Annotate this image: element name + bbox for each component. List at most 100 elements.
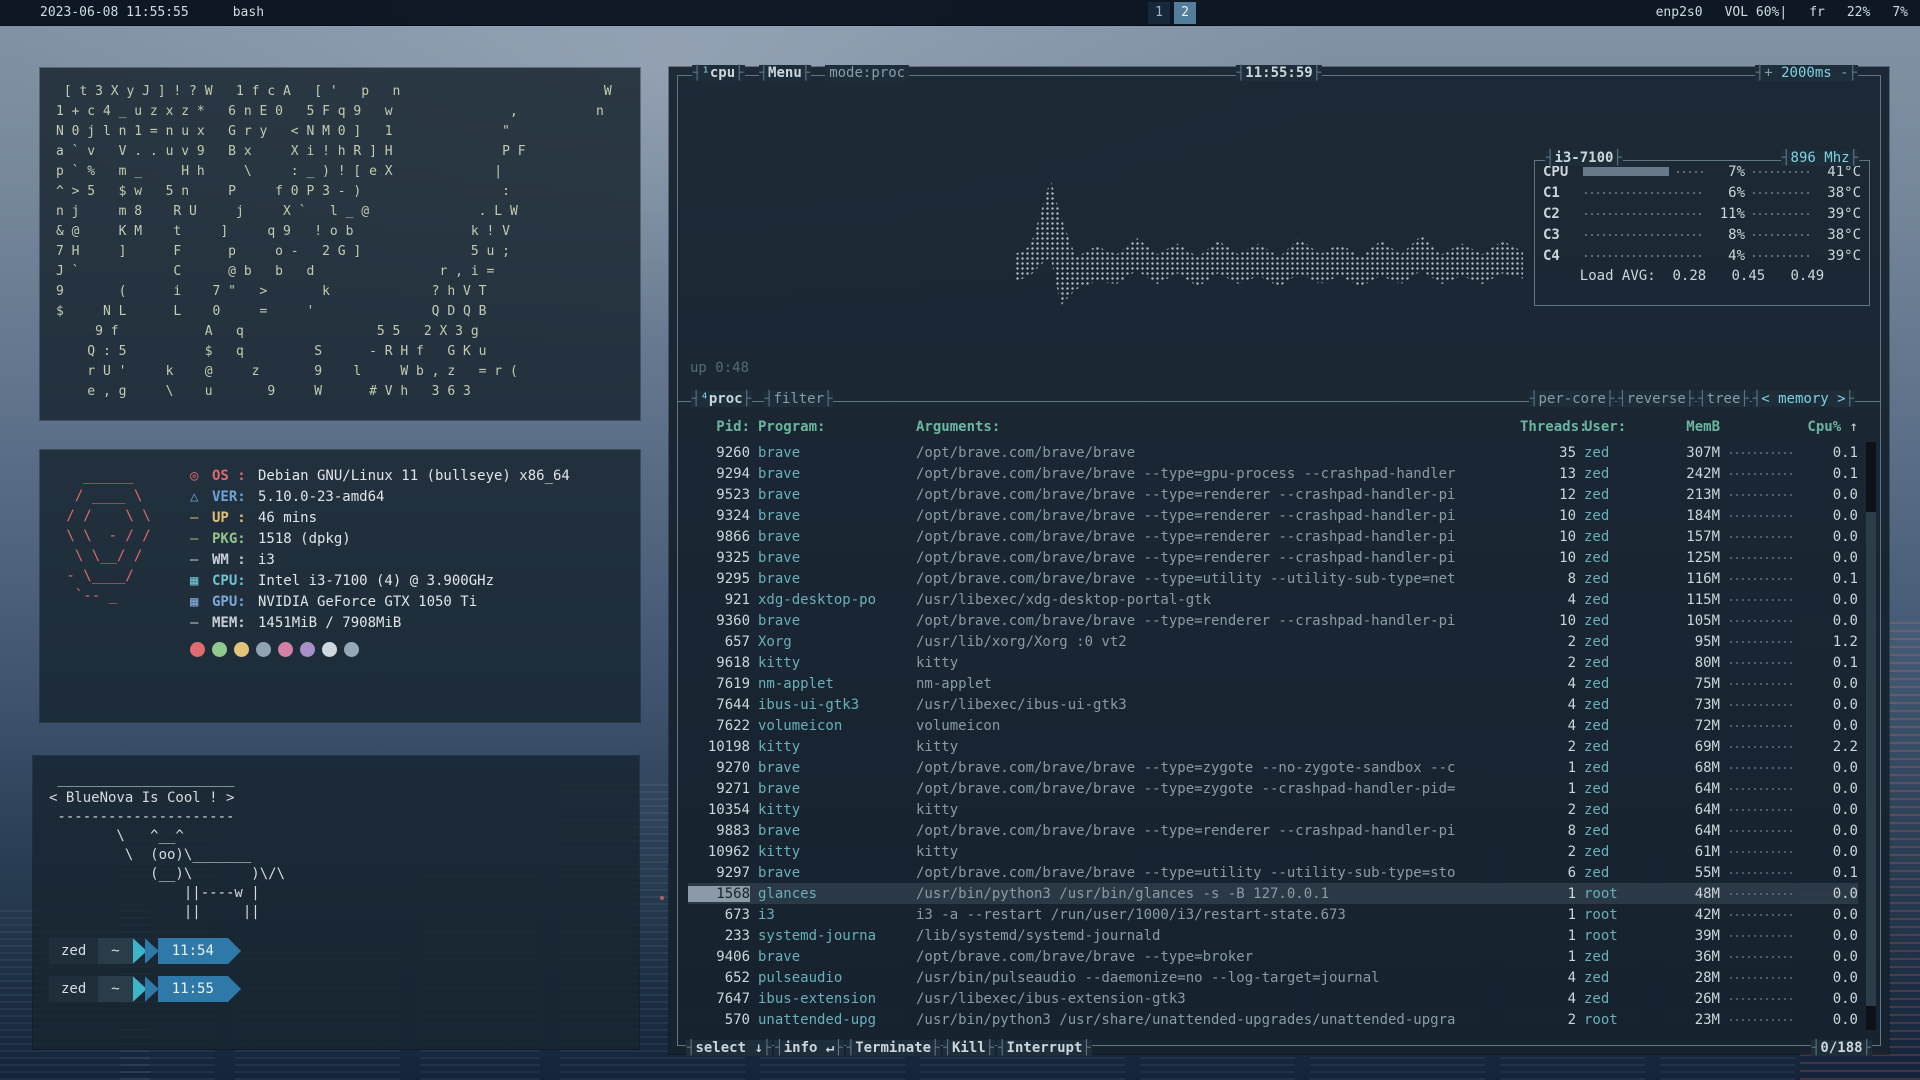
footer-action-button[interactable]: select ↓ — [686, 1040, 772, 1056]
refresh-decrease[interactable]: - — [1840, 65, 1848, 81]
menu-button[interactable]: Menu — [759, 65, 812, 81]
table-row[interactable]: 9406 brave /opt/brave.com/brave/brave --… — [688, 946, 1858, 967]
table-row[interactable]: 9618 kitty kitty 2 zed 80M 0.1 — [688, 652, 1858, 673]
cell-threads: 1 — [1520, 949, 1576, 965]
cell-cpu: 0.0 — [1802, 844, 1858, 860]
cell-threads: 10 — [1520, 508, 1576, 524]
table-row[interactable]: 9883 brave /opt/brave.com/brave/brave --… — [688, 820, 1858, 841]
cpu-frequency: 896 Mhz — [1781, 150, 1859, 166]
table-row[interactable]: 7644 ibus-ui-gtk3 /usr/libexec/ibus-ui-g… — [688, 694, 1858, 715]
entry-icon: △ — [190, 487, 212, 508]
table-row[interactable]: 9295 brave /opt/brave.com/brave/brave --… — [688, 568, 1858, 589]
entry-value: 5.10.0-23-amd64 — [258, 487, 622, 508]
cell-threads: 8 — [1520, 571, 1576, 587]
toggle-button[interactable]: per-core — [1529, 391, 1615, 407]
palette-dot — [344, 642, 359, 657]
column-header-threads[interactable]: Threads: — [1520, 419, 1576, 435]
column-header-mem[interactable]: MemB — [1656, 419, 1720, 435]
footer-action-button[interactable]: Terminate — [846, 1040, 941, 1056]
tab-cpu[interactable]: ¹cpu — [692, 65, 745, 81]
cell-cpu: 0.0 — [1802, 529, 1858, 545]
table-row[interactable]: 10198 kitty kitty 2 zed 69M 2.2 — [688, 736, 1858, 757]
column-header-program[interactable]: Program: — [758, 419, 908, 435]
table-row[interactable]: 921 xdg-desktop-po /usr/libexec/xdg-desk… — [688, 589, 1858, 610]
monitor-frame: ¹cpu Menu mode:proc 11:55:59 + 2000ms - … — [677, 75, 1881, 1046]
prompt-directory: ~ — [98, 938, 132, 964]
entry-icon: ▦ — [190, 592, 212, 613]
workspace-button[interactable]: 2 — [1174, 2, 1196, 24]
footer-action-button[interactable]: info ↵ — [774, 1040, 843, 1056]
scrollbar[interactable] — [1866, 442, 1876, 1030]
cpu-core-row: C4 4% 39°C — [1535, 245, 1869, 266]
filter-button[interactable]: filter — [764, 391, 833, 407]
cell-threads: 1 — [1520, 907, 1576, 923]
table-row[interactable]: 9297 brave /opt/brave.com/brave/brave --… — [688, 862, 1858, 883]
table-row[interactable]: 9270 brave /opt/brave.com/brave/brave --… — [688, 757, 1858, 778]
entry-icon: ▦ — [190, 571, 212, 592]
table-row[interactable]: 9523 brave /opt/brave.com/brave/brave --… — [688, 484, 1858, 505]
cell-args: /usr/libexec/xdg-desktop-portal-gtk — [916, 592, 1512, 608]
table-row[interactable]: 9866 brave /opt/brave.com/brave/brave --… — [688, 526, 1858, 547]
tab-proc[interactable]: ⁴proc — [691, 391, 752, 407]
table-row[interactable]: 570 unattended-upg /usr/bin/python3 /usr… — [688, 1009, 1858, 1030]
cell-user: zed — [1584, 592, 1648, 608]
table-row[interactable]: 9294 brave /opt/brave.com/brave/brave --… — [688, 463, 1858, 484]
table-row[interactable]: 9271 brave /opt/brave.com/brave/brave --… — [688, 778, 1858, 799]
cell-program: brave — [758, 487, 908, 503]
footer-action-button[interactable]: Interrupt — [997, 1040, 1092, 1056]
refresh-rate-control[interactable]: + 2000ms - — [1755, 65, 1858, 81]
dotted-leader — [1728, 721, 1794, 731]
column-header-args[interactable]: Arguments: — [916, 419, 1512, 435]
cowsay-line: \ (oo)\_______ — [49, 846, 623, 865]
scrollbar-thumb[interactable] — [1866, 442, 1876, 512]
cell-program: kitty — [758, 844, 908, 860]
table-row[interactable]: 1568 glances /usr/bin/python3 /usr/bin/g… — [688, 883, 1858, 904]
cell-program: brave — [758, 949, 908, 965]
table-row[interactable]: 7647 ibus-extension /usr/libexec/ibus-ex… — [688, 988, 1858, 1009]
memory-toggle[interactable]: < memory > — [1752, 391, 1855, 407]
shell-prompt[interactable]: zed ~ 11:55 — [49, 976, 623, 1002]
table-row[interactable]: 7622 volumeicon volumeicon 4 zed 72M 0.0 — [688, 715, 1858, 736]
table-row[interactable]: 9324 brave /opt/brave.com/brave/brave --… — [688, 505, 1858, 526]
table-row[interactable]: 7619 nm-applet nm-applet 4 zed 75M 0.0 — [688, 673, 1858, 694]
terminal-window-cowsay[interactable]: _____________________< BlueNova Is Cool … — [33, 756, 639, 1049]
table-row[interactable]: 9260 brave /opt/brave.com/brave/brave 35… — [688, 442, 1858, 463]
dotted-leader — [1751, 230, 1809, 240]
workspace-button[interactable]: 1 — [1148, 2, 1170, 24]
dotted-leader — [1728, 973, 1794, 983]
refresh-increase[interactable]: + — [1764, 65, 1772, 81]
monitor-header: ¹cpu Menu mode:proc 11:55:59 + 2000ms - — [692, 65, 1866, 81]
column-header-cpu[interactable]: Cpu% ↑ — [1802, 419, 1858, 435]
dotted-leader — [1728, 511, 1794, 521]
table-row[interactable]: 9325 brave /opt/brave.com/brave/brave --… — [688, 547, 1858, 568]
system-monitor-window[interactable]: ¹cpu Menu mode:proc 11:55:59 + 2000ms - … — [669, 67, 1889, 1054]
column-header-pid[interactable]: Pid: — [688, 419, 750, 435]
city-light — [660, 896, 664, 900]
footer-action-button[interactable]: Kill — [943, 1040, 996, 1056]
shell-prompt[interactable]: zed ~ 11:54 — [49, 938, 623, 964]
fetch-info: ◎ OS : Debian GNU/Linux 11 (bullseye) x8… — [190, 466, 622, 657]
toggle-button[interactable]: tree — [1697, 391, 1750, 407]
cell-program: nm-applet — [758, 676, 908, 692]
terminal-window-fetch[interactable]: ______ / ____ \ / / \ \ \ \ - / / \ \__/… — [40, 450, 640, 722]
cell-user: zed — [1584, 781, 1648, 797]
terminal-window-art[interactable]: [ t 3 X y J ] ! ? W 1 f c A [ ' p n W1 +… — [40, 68, 640, 420]
logo-line: / ____ \ — [58, 486, 190, 506]
column-header-user[interactable]: User: — [1584, 419, 1648, 435]
table-row[interactable]: 673 i3 i3 -a --restart /run/user/1000/i3… — [688, 904, 1858, 925]
cell-pid: 921 — [688, 592, 750, 608]
table-row[interactable]: 9360 brave /opt/brave.com/brave/brave --… — [688, 610, 1858, 631]
dotted-leader — [1751, 251, 1809, 261]
table-row[interactable]: 10354 kitty kitty 2 zed 64M 0.0 — [688, 799, 1858, 820]
cell-program: ibus-extension — [758, 991, 908, 1007]
cell-mem: 116M — [1656, 571, 1720, 587]
fetch-entry: ◎ OS : Debian GNU/Linux 11 (bullseye) x8… — [190, 466, 622, 487]
table-row[interactable]: 233 systemd-journa /lib/systemd/systemd-… — [688, 925, 1858, 946]
cell-user: zed — [1584, 655, 1648, 671]
toggle-button[interactable]: reverse — [1617, 391, 1695, 407]
table-row[interactable]: 10962 kitty kitty 2 zed 61M 0.0 — [688, 841, 1858, 862]
cell-threads: 1 — [1520, 781, 1576, 797]
table-row[interactable]: 652 pulseaudio /usr/bin/pulseaudio --dae… — [688, 967, 1858, 988]
cell-args: /opt/brave.com/brave/brave --type=render… — [916, 508, 1512, 524]
table-row[interactable]: 657 Xorg /usr/lib/xorg/Xorg :0 vt2 2 zed… — [688, 631, 1858, 652]
